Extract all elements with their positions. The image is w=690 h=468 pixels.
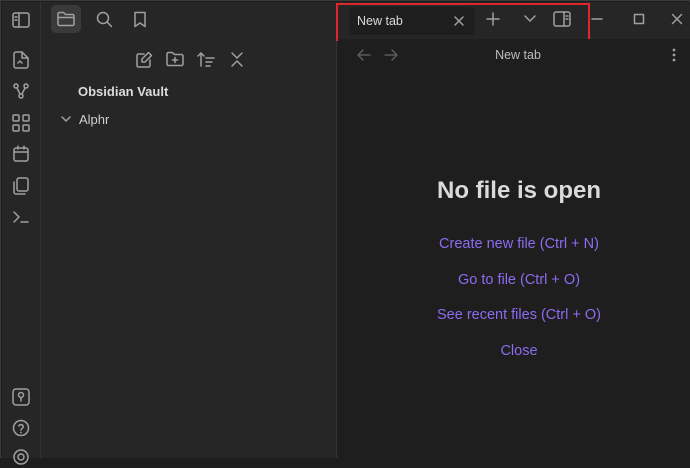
terminal-icon[interactable] bbox=[10, 206, 32, 228]
right-sidebar-icon bbox=[553, 11, 571, 27]
plus-icon bbox=[486, 12, 500, 26]
search-tab[interactable] bbox=[89, 5, 119, 33]
create-new-file-link[interactable]: Create new file (Ctrl + N) bbox=[338, 236, 690, 252]
file-explorer-panel bbox=[41, 39, 337, 458]
vault-switcher-icon[interactable] bbox=[10, 386, 32, 408]
new-folder-button[interactable] bbox=[160, 45, 190, 73]
chevron-down-icon bbox=[61, 116, 71, 122]
maximize-button[interactable] bbox=[627, 9, 651, 29]
close-link[interactable]: Close bbox=[338, 343, 690, 359]
tab-new-tab[interactable]: New tab bbox=[349, 7, 475, 35]
file-explorer-tab[interactable] bbox=[51, 5, 81, 33]
templates-icon[interactable] bbox=[10, 175, 32, 197]
canvas-icon[interactable] bbox=[10, 112, 32, 134]
chevron-down-icon bbox=[524, 15, 536, 22]
back-arrow-icon[interactable] bbox=[356, 47, 372, 63]
close-window-button[interactable] bbox=[665, 9, 689, 29]
quick-switcher-icon[interactable] bbox=[10, 49, 32, 71]
folder-icon bbox=[57, 11, 75, 27]
app-window: Obsidian Vault Alphr New tab New tab No … bbox=[0, 0, 690, 465]
go-to-file-link[interactable]: Go to file (Ctrl + O) bbox=[338, 272, 690, 288]
close-icon bbox=[671, 13, 683, 25]
sort-icon bbox=[197, 51, 215, 67]
tab-label: New tab bbox=[357, 14, 403, 28]
sidebar-header bbox=[41, 2, 337, 39]
minimize-button[interactable] bbox=[585, 9, 609, 29]
help-icon[interactable] bbox=[10, 417, 32, 439]
toggle-sidebar-icon[interactable] bbox=[10, 9, 32, 31]
sort-order-button[interactable] bbox=[191, 45, 221, 73]
collapse-icon bbox=[231, 51, 243, 67]
search-icon bbox=[96, 11, 112, 27]
new-folder-icon bbox=[166, 51, 184, 67]
settings-icon[interactable] bbox=[10, 446, 32, 468]
new-note-icon bbox=[135, 51, 152, 68]
bookmark-icon bbox=[134, 11, 146, 27]
folder-label: Alphr bbox=[79, 111, 110, 127]
new-note-button[interactable] bbox=[129, 45, 159, 73]
toggle-right-sidebar-button[interactable] bbox=[550, 9, 574, 29]
see-recent-files-link[interactable]: See recent files (Ctrl + O) bbox=[338, 307, 690, 323]
new-tab-button[interactable] bbox=[481, 9, 505, 29]
tab-list-button[interactable] bbox=[518, 9, 542, 29]
minimize-icon bbox=[591, 18, 603, 20]
maximize-icon bbox=[633, 13, 645, 25]
left-ribbon bbox=[2, 2, 41, 465]
calendar-icon[interactable] bbox=[10, 143, 32, 165]
vault-name[interactable]: Obsidian Vault bbox=[78, 84, 168, 99]
close-icon[interactable] bbox=[451, 13, 467, 29]
bookmarks-tab[interactable] bbox=[125, 5, 155, 33]
folder-item[interactable]: Alphr bbox=[61, 110, 109, 128]
empty-state-title: No file is open bbox=[436, 177, 601, 204]
view-header-title: New tab bbox=[495, 48, 541, 62]
more-options-icon[interactable] bbox=[669, 47, 679, 63]
collapse-all-button[interactable] bbox=[222, 45, 252, 73]
graph-view-icon[interactable] bbox=[10, 80, 32, 102]
